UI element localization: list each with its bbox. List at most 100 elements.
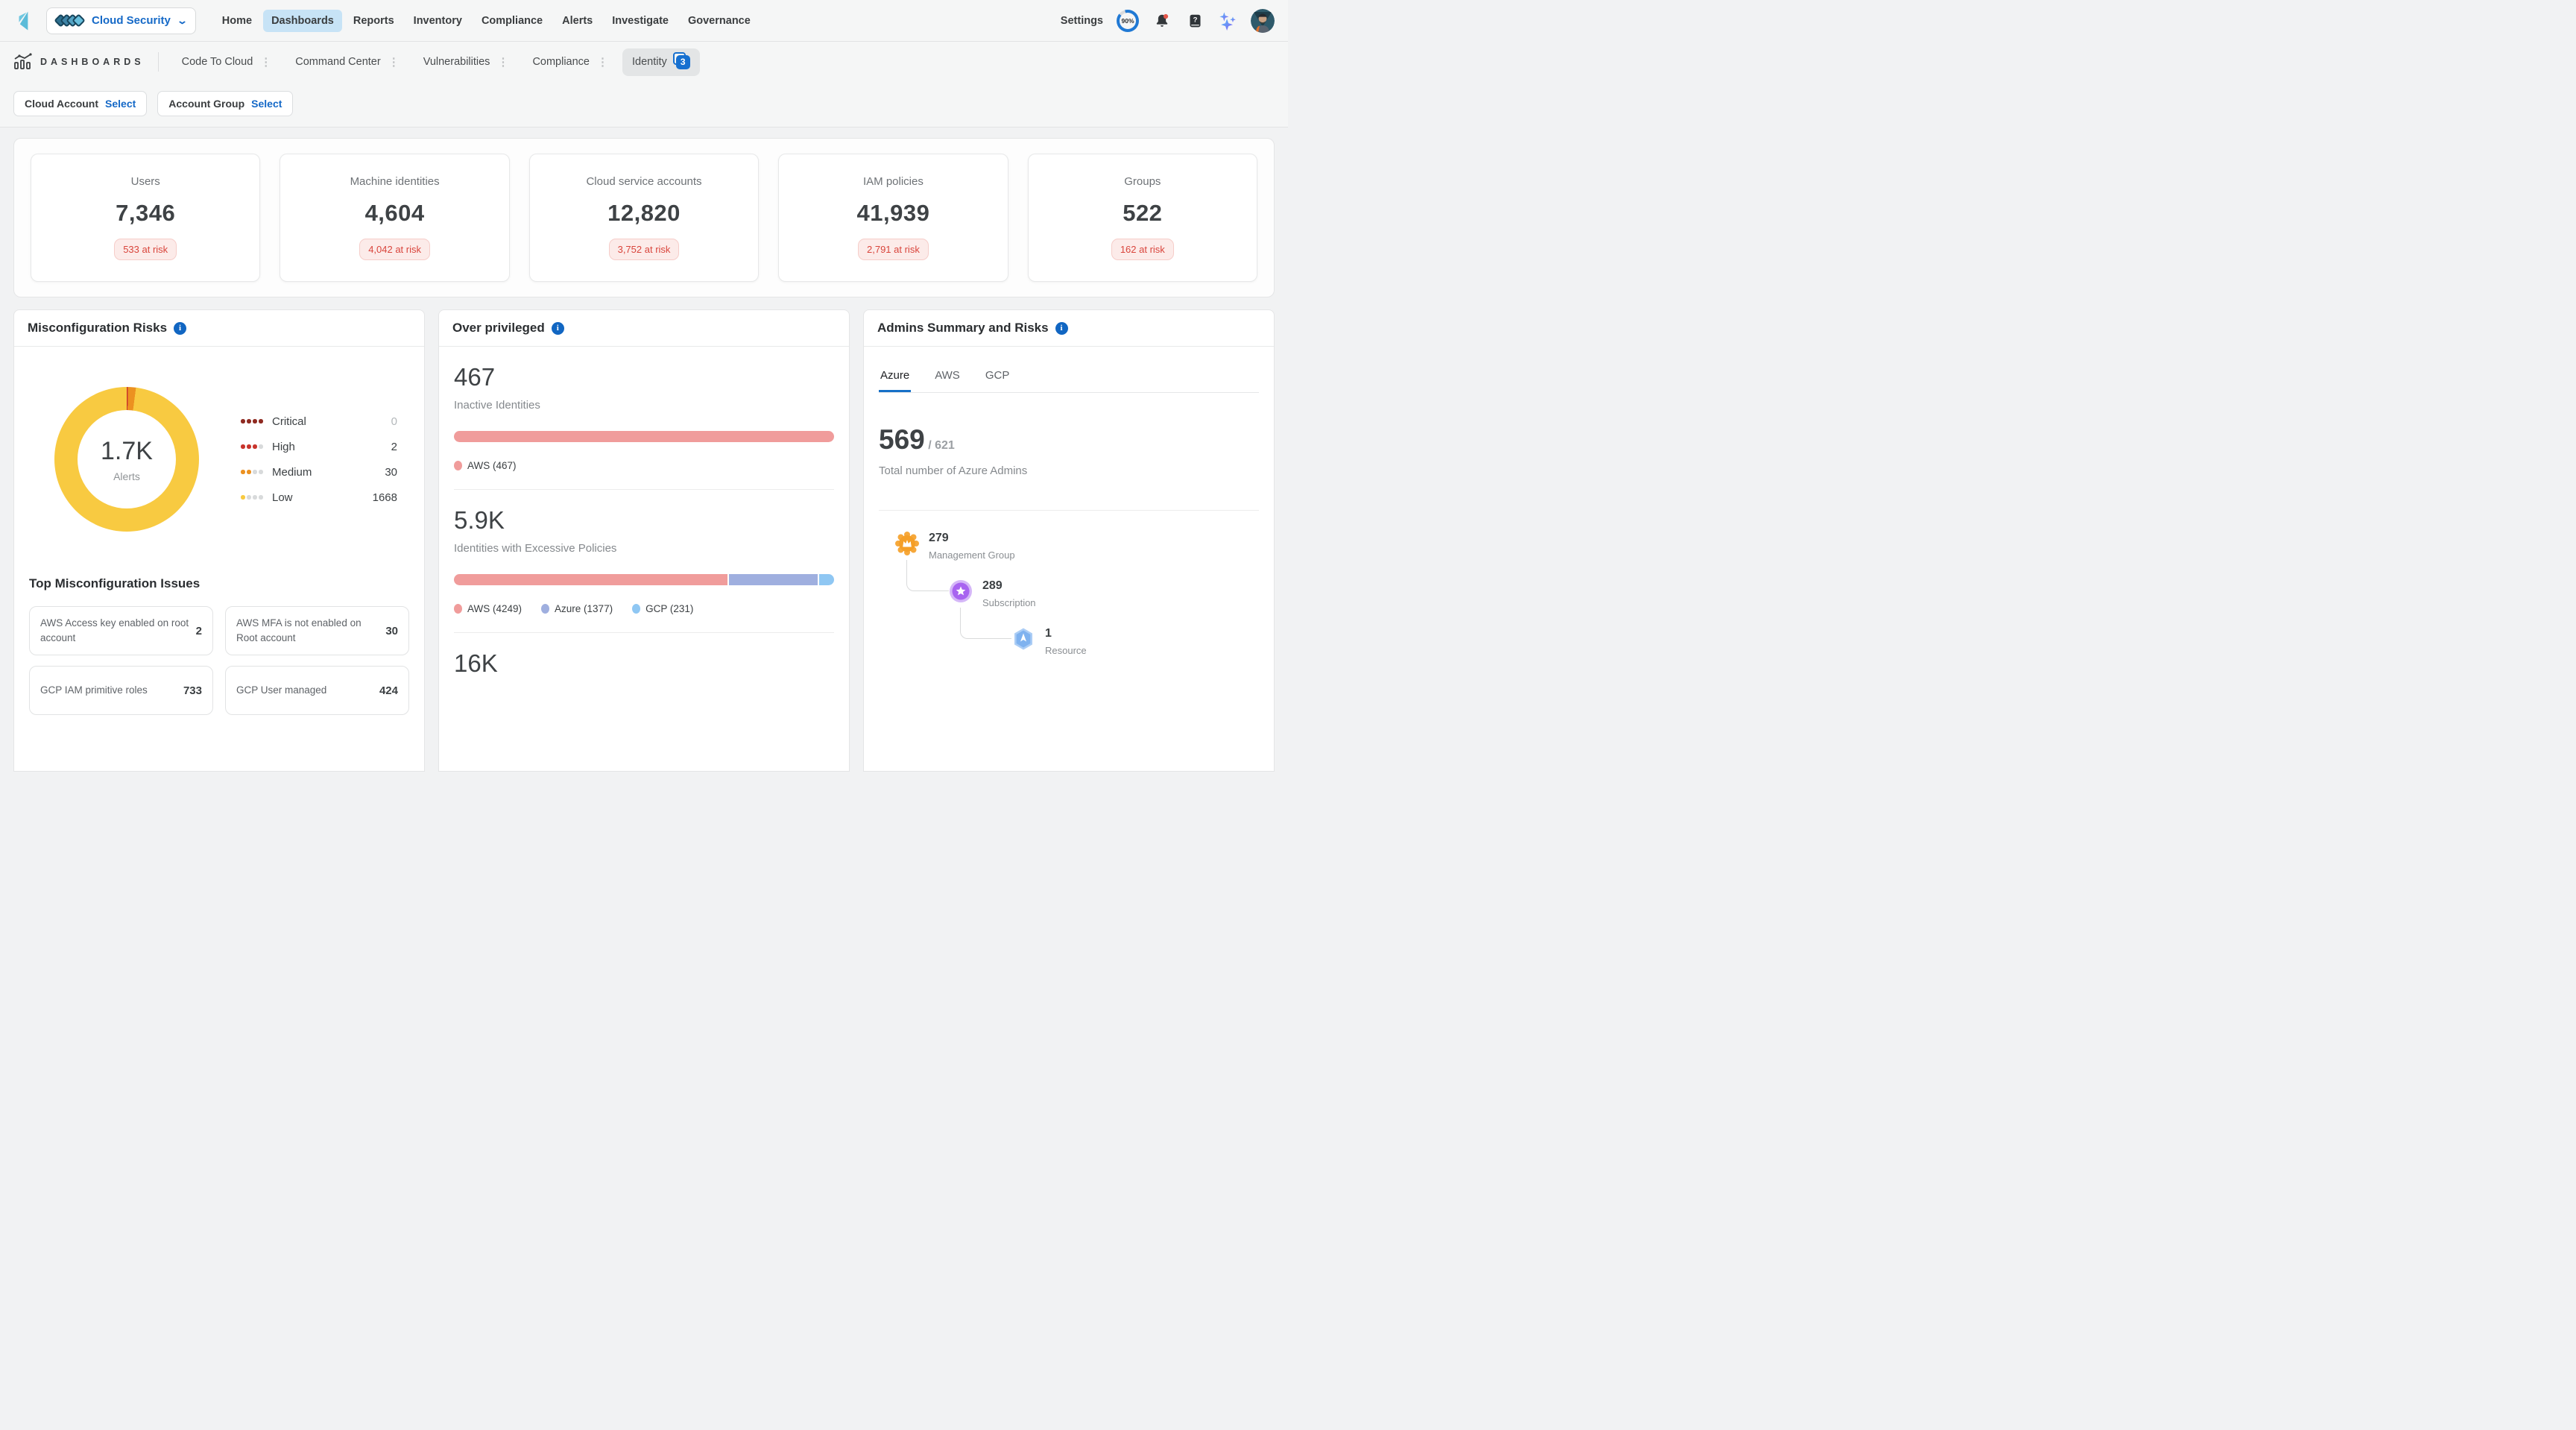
product-switcher-label: Cloud Security xyxy=(92,14,171,27)
help-guide-icon[interactable]: ? xyxy=(1185,11,1205,31)
tree-connector xyxy=(960,608,1011,639)
severity-dot xyxy=(247,495,251,500)
legend-label: AWS (467) xyxy=(467,460,517,471)
nav-item-home[interactable]: Home xyxy=(214,10,260,32)
severity-legend-row[interactable]: High2 xyxy=(241,441,397,453)
panel-header: Over privileged i xyxy=(439,310,849,347)
dashboard-tab-code-to-cloud[interactable]: Code To Cloud ⋮ xyxy=(172,49,282,75)
session-progress-value: 90% xyxy=(1121,17,1134,25)
nav-item-alerts[interactable]: Alerts xyxy=(554,10,601,32)
stat-card-risk-badge[interactable]: 533 at risk xyxy=(114,239,177,260)
issue-count: 30 xyxy=(385,625,398,637)
legend-label: AWS (4249) xyxy=(467,603,522,614)
legend-item: GCP (231) xyxy=(632,603,693,614)
severity-legend: Critical0 High2 Medium30 Low1668 xyxy=(199,415,409,504)
dashboard-tabs: Code To Cloud⋮Command Center⋮Vulnerabili… xyxy=(172,48,700,76)
kebab-menu-icon[interactable]: ⋮ xyxy=(497,57,508,68)
stat-card-title: IAM policies xyxy=(863,175,924,188)
product-switcher-icon xyxy=(56,16,80,25)
tree-node-subscription[interactable]: 289 Subscription xyxy=(949,579,1036,608)
misconfiguration-issue-tile[interactable]: AWS MFA is not enabled on Root account 30 xyxy=(225,606,409,655)
filter-cloud-account: Cloud AccountSelect xyxy=(13,91,147,116)
alerts-donut-chart[interactable]: 1.7K Alerts xyxy=(54,387,199,532)
app-logo-icon[interactable] xyxy=(13,10,36,32)
settings-link[interactable]: Settings xyxy=(1061,15,1103,27)
provider-tab-azure[interactable]: Azure xyxy=(879,363,911,392)
stat-card-risk-badge[interactable]: 162 at risk xyxy=(1111,239,1174,260)
stat-card-risk-badge[interactable]: 4,042 at risk xyxy=(359,239,430,260)
tree-node-value: 289 xyxy=(982,579,1036,593)
severity-legend-row[interactable]: Critical0 xyxy=(241,415,397,428)
ai-copilot-sparkles-icon[interactable] xyxy=(1218,11,1237,31)
tree-node-resource[interactable]: 1 Resource xyxy=(1011,627,1087,656)
severity-legend-row[interactable]: Low1668 xyxy=(241,491,397,504)
dashboard-tab-vulnerabilities[interactable]: Vulnerabilities⋮ xyxy=(414,49,519,75)
divider xyxy=(158,52,159,72)
stat-card-risk-badge[interactable]: 3,752 at risk xyxy=(609,239,680,260)
dashboard-tab-compliance[interactable]: Compliance ⋮ xyxy=(523,49,618,75)
dashboards-title: DASHBOARDS xyxy=(40,57,145,67)
provider-tab-aws[interactable]: AWS xyxy=(933,363,962,392)
issues-section-title: Top Misconfiguration Issues xyxy=(29,576,409,591)
filters-row: Cloud AccountSelectAccount GroupSelect xyxy=(0,82,1288,127)
severity-dot xyxy=(259,495,263,500)
user-avatar[interactable] xyxy=(1251,9,1275,33)
svg-text:?: ? xyxy=(1193,16,1197,24)
panel-admins-summary: Admins Summary and Risks i AzureAWSGCP 5… xyxy=(863,309,1275,772)
tree-node-label: Resource xyxy=(1045,645,1087,656)
severity-dot xyxy=(259,470,263,474)
stat-card-risk-badge[interactable]: 2,791 at risk xyxy=(858,239,929,260)
dashboard-tab-label: Code To Cloud xyxy=(182,56,253,68)
stat-card-users: Users7,346533 at risk xyxy=(31,154,260,282)
tree-node-label: Management Group xyxy=(929,549,1015,561)
alerts-donut-section: 1.7K Alerts Critical0 High2 Medium30 Low166… xyxy=(29,387,409,532)
filter-select-link[interactable]: Select xyxy=(105,98,136,110)
legend-dot xyxy=(632,604,640,614)
kebab-menu-icon[interactable]: ⋮ xyxy=(597,57,608,68)
product-switcher[interactable]: Cloud Security ⌄ xyxy=(46,7,196,34)
nav-item-investigate[interactable]: Investigate xyxy=(604,10,677,32)
nav-item-compliance[interactable]: Compliance xyxy=(473,10,551,32)
issue-label: AWS MFA is not enabled on Root account xyxy=(236,616,379,645)
stat-card-title: Users xyxy=(131,175,160,188)
severity-legend-row[interactable]: Medium30 xyxy=(241,466,397,479)
misconfiguration-issue-tile[interactable]: GCP IAM primitive roles733 xyxy=(29,666,213,715)
info-icon[interactable]: i xyxy=(174,322,186,335)
stacked-bar-chart[interactable] xyxy=(454,574,834,585)
tree-node-management-group[interactable]: 279 Management Group xyxy=(895,532,1015,561)
severity-dot xyxy=(241,419,245,423)
nav-item-dashboards[interactable]: Dashboards xyxy=(263,10,342,32)
notifications-bell-icon[interactable] xyxy=(1152,11,1172,31)
misconfiguration-issue-tile[interactable]: GCP User managed424 xyxy=(225,666,409,715)
dashboard-tab-identity[interactable]: Identity3 xyxy=(622,48,700,76)
stat-card-value: 41,939 xyxy=(857,200,930,227)
section-value: 16K xyxy=(454,649,834,678)
session-progress-ring[interactable]: 90% xyxy=(1117,10,1139,32)
severity-dot xyxy=(241,470,245,474)
kebab-menu-icon[interactable]: ⋮ xyxy=(260,57,271,68)
identity-stats-container: Users7,346533 at riskMachine identities4… xyxy=(13,138,1275,297)
misconfiguration-issue-tile[interactable]: AWS Access key enabled on root account2 xyxy=(29,606,213,655)
severity-level-dots xyxy=(241,470,266,474)
nav-item-governance[interactable]: Governance xyxy=(680,10,759,32)
info-icon[interactable]: i xyxy=(1055,322,1068,335)
stacked-bar-chart[interactable] xyxy=(454,431,834,442)
info-icon[interactable]: i xyxy=(552,322,564,335)
nav-item-reports[interactable]: Reports xyxy=(345,10,402,32)
stat-card-title: Cloud service accounts xyxy=(586,175,701,188)
bar-segment-aws xyxy=(454,431,834,442)
issue-count: 424 xyxy=(379,684,398,697)
over-privileged-section: 5.9KIdentities with Excessive PoliciesAW… xyxy=(454,490,834,633)
severity-label: Medium xyxy=(272,466,385,479)
kebab-menu-icon[interactable]: ⋮ xyxy=(388,57,400,68)
main-content: Users7,346533 at riskMachine identities4… xyxy=(0,127,1288,772)
severity-dot xyxy=(259,419,263,423)
stat-card-cloud-service-accounts: Cloud service accounts12,8203,752 at ris… xyxy=(529,154,759,282)
severity-label: High xyxy=(272,441,391,453)
bar-segment-aws xyxy=(454,574,727,585)
nav-item-inventory[interactable]: Inventory xyxy=(405,10,470,32)
dashboard-tab-label: Compliance xyxy=(532,56,590,68)
provider-tab-gcp[interactable]: GCP xyxy=(984,363,1011,392)
dashboard-tab-command-center[interactable]: Command Center⋮ xyxy=(285,49,408,75)
filter-select-link[interactable]: Select xyxy=(251,98,282,110)
